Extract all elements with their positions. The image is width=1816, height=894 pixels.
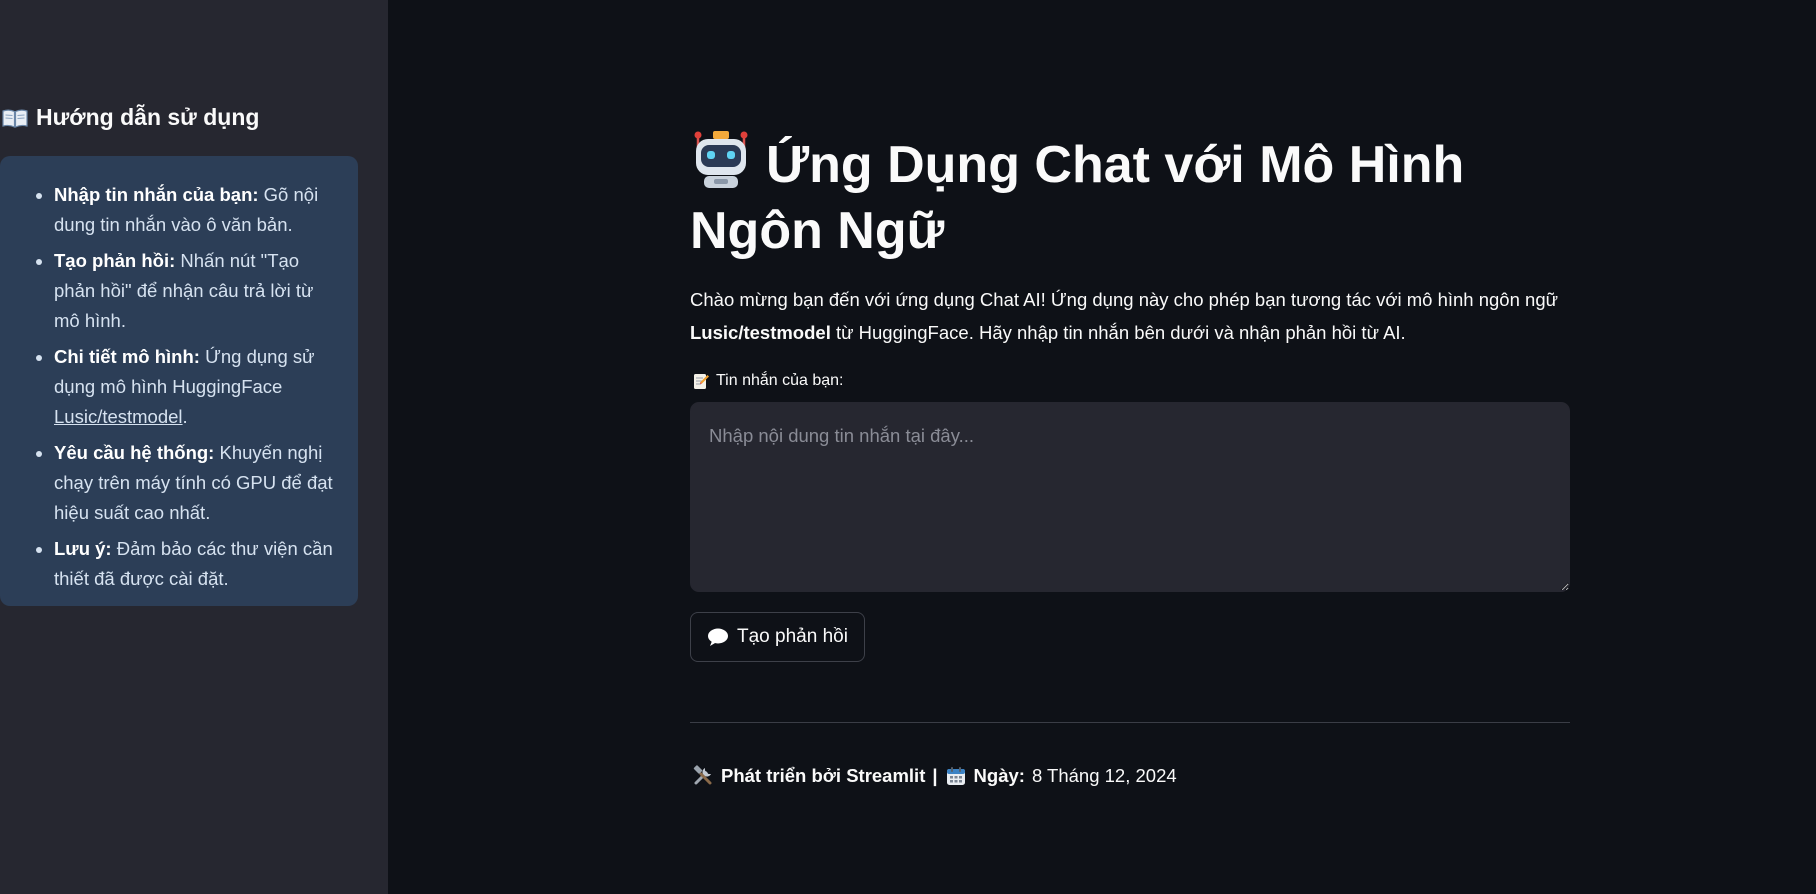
intro-text: Chào mừng bạn đến với ứng dụng Chat AI! … — [690, 283, 1570, 349]
guide-item-label: Nhập tin nhắn của bạn: — [54, 184, 259, 205]
page-title: Ứng Dụng Chat với Mô Hình Ngôn Ngữ — [690, 128, 1570, 264]
generate-response-label: Tạo phản hồi — [737, 626, 848, 647]
guide-item-label: Yêu cầu hệ thống: — [54, 442, 215, 463]
calendar-icon — [945, 765, 967, 787]
footer-separator: | — [932, 765, 938, 786]
guide-item-label: Lưu ý: — [54, 538, 112, 559]
intro-prefix: Chào mừng bạn đến với ứng dụng Chat AI! … — [690, 289, 1558, 310]
generate-response-button[interactable]: Tạo phản hồi — [690, 612, 865, 662]
guide-item-model: Chi tiết mô hình: Ứng dụng sử dụng mô hì… — [54, 342, 340, 432]
guide-item-generate: Tạo phản hồi: Nhấn nút "Tạo phản hồi" để… — [54, 246, 340, 336]
tools-icon — [692, 765, 714, 787]
guide-list: Nhập tin nhắn của bạn: Gõ nội dung tin n… — [22, 180, 340, 594]
page-title-text: Ứng Dụng Chat với Mô Hình Ngôn Ngữ — [690, 136, 1465, 260]
guide-item-input: Nhập tin nhắn của bạn: Gõ nội dung tin n… — [54, 180, 340, 240]
guide-info-box: Nhập tin nhắn của bạn: Gõ nội dung tin n… — [0, 156, 358, 606]
robot-icon — [690, 128, 752, 190]
footer-date-label: Ngày: — [973, 765, 1025, 786]
sidebar-title: Hướng dẫn sử dụng — [2, 104, 259, 131]
footer-developer: Phát triển bởi Streamlit — [721, 765, 926, 786]
guide-item-requirements: Yêu cầu hệ thống: Khuyến nghị chạy trên … — [54, 438, 340, 528]
guide-item-label: Tạo phản hồi: — [54, 250, 176, 271]
model-link[interactable]: Lusic/testmodel — [54, 406, 183, 427]
sidebar: Hướng dẫn sử dụng Nhập tin nhắn của bạn:… — [0, 0, 388, 894]
guide-item-note: Lưu ý: Đảm bảo các thư viện cần thiết đã… — [54, 534, 340, 594]
message-input-label: Tin nhắn của bạn: — [692, 372, 844, 390]
footer: Phát triển bởi Streamlit | Ngày: 8 Tháng — [692, 765, 1177, 787]
message-input[interactable] — [690, 402, 1570, 592]
book-icon — [2, 108, 28, 128]
sidebar-title-text: Hướng dẫn sử dụng — [36, 104, 260, 130]
app-root: Hướng dẫn sử dụng Nhập tin nhắn của bạn:… — [0, 0, 1816, 894]
intro-suffix: từ HuggingFace. Hãy nhập tin nhắn bên dư… — [830, 322, 1406, 343]
guide-item-label: Chi tiết mô hình: — [54, 346, 200, 367]
footer-date-value: 8 Tháng 12, 2024 — [1031, 765, 1177, 786]
section-divider — [690, 722, 1570, 723]
guide-item-suffix: . — [182, 406, 188, 427]
intro-model-name: Lusic/testmodel — [690, 322, 831, 343]
speech-balloon-icon — [707, 627, 729, 647]
message-input-label-text: Tin nhắn của bạn: — [716, 372, 844, 389]
memo-icon — [692, 372, 710, 390]
